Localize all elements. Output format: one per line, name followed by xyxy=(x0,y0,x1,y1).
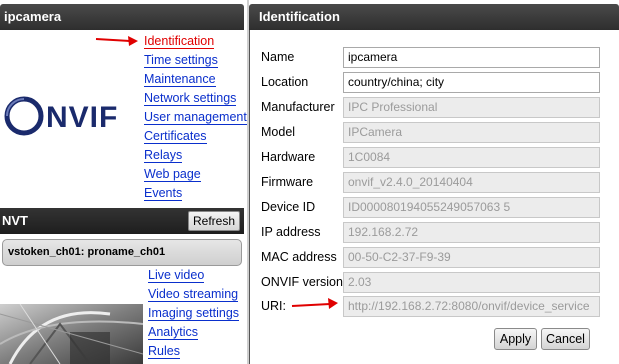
menu-item-rules[interactable]: Rules xyxy=(148,342,239,361)
firmware-row: Firmware onvif_v2.4.0_20140404 xyxy=(261,172,611,194)
section-title: Identification xyxy=(259,9,340,24)
refresh-button[interactable]: Refresh xyxy=(188,211,240,231)
menu-link[interactable]: Identification xyxy=(144,34,215,49)
menu-link[interactable]: Relays xyxy=(144,148,183,163)
left-panel: ipcamera NVIF Identification Time settin… xyxy=(0,0,247,364)
device-title: ipcamera xyxy=(4,9,62,24)
field-label: MAC address xyxy=(261,250,337,264)
firmware-field: onvif_v2.4.0_20140404 xyxy=(343,172,600,193)
uri-field: http://192.168.2.72:8080/onvif/device_se… xyxy=(343,296,600,317)
menu-item-certificates[interactable]: Certificates xyxy=(144,127,247,146)
field-label: ONVIF version xyxy=(261,275,343,289)
menu-item-maintenance[interactable]: Maintenance xyxy=(144,70,247,89)
annotation-arrow-icon xyxy=(95,36,138,46)
ip-address-field: 192.168.2.72 xyxy=(343,222,600,243)
menu-link[interactable]: Network settings xyxy=(144,91,237,106)
field-label: Location xyxy=(261,75,309,89)
model-field: IPCamera xyxy=(343,122,600,143)
field-label: Hardware xyxy=(261,150,316,164)
onvif-logo: NVIF xyxy=(4,96,118,136)
menu-item-web-page[interactable]: Web page xyxy=(144,165,247,184)
onvif-version-field: 2.03 xyxy=(343,272,600,293)
menu-link[interactable]: Rules xyxy=(148,344,180,359)
nvt-header: NVT Refresh xyxy=(0,208,244,234)
svg-text:NVIF: NVIF xyxy=(46,101,118,134)
manufacturer-row: Manufacturer IPC Professional xyxy=(261,97,611,119)
menu-link[interactable]: Time settings xyxy=(144,53,218,68)
hardware-row: Hardware 1C0084 xyxy=(261,147,611,169)
menu-link[interactable]: Maintenance xyxy=(144,72,216,87)
main-menu: Identification Time settings Maintenance… xyxy=(144,32,247,203)
menu-link[interactable]: Imaging settings xyxy=(148,306,240,321)
menu-link[interactable]: User management xyxy=(144,110,247,125)
menu-item-time-settings[interactable]: Time settings xyxy=(144,51,247,70)
apply-button[interactable]: Apply xyxy=(494,328,537,350)
menu-item-identification[interactable]: Identification xyxy=(144,32,247,51)
model-row: Model IPCamera xyxy=(261,122,611,144)
name-input[interactable]: ipcamera xyxy=(343,47,600,68)
menu-item-relays[interactable]: Relays xyxy=(144,146,247,165)
identification-form: Name ipcamera Location country/china; ci… xyxy=(249,30,619,364)
field-label: IP address xyxy=(261,225,321,239)
nvt-menu: Live video Video streaming Imaging setti… xyxy=(148,266,240,361)
mac-address-field: 00-50-C2-37-F9-39 xyxy=(343,247,600,268)
menu-item-events[interactable]: Events xyxy=(144,184,247,203)
annotation-arrow-icon xyxy=(291,298,338,309)
location-input[interactable]: country/china; city xyxy=(343,72,600,93)
menu-link[interactable]: Events xyxy=(144,186,183,201)
menu-item-video-streaming[interactable]: Video streaming xyxy=(148,285,239,304)
device-id-row: Device ID ID000080194055249057063 5 xyxy=(261,197,611,219)
camera-snapshot xyxy=(0,304,143,364)
onvif-version-row: ONVIF version 2.03 xyxy=(261,272,611,294)
field-label: Firmware xyxy=(261,175,314,189)
manufacturer-field: IPC Professional xyxy=(343,97,600,118)
hardware-field: 1C0084 xyxy=(343,147,600,168)
menu-item-user-management[interactable]: User management xyxy=(144,108,247,127)
menu-link[interactable]: Live video xyxy=(148,268,205,283)
nvt-title: NVT xyxy=(2,213,28,228)
device-id-field: ID000080194055249057063 5 xyxy=(343,197,600,218)
field-label: Device ID xyxy=(261,200,316,214)
right-panel: Identification Name ipcamera Location co… xyxy=(249,0,619,364)
cancel-button[interactable]: Cancel xyxy=(541,328,590,350)
menu-item-network-settings[interactable]: Network settings xyxy=(144,89,247,108)
menu-item-analytics[interactable]: Analytics xyxy=(148,323,239,342)
menu-link[interactable]: Certificates xyxy=(144,129,207,144)
field-label: Name xyxy=(261,50,295,64)
ip-address-row: IP address 192.168.2.72 xyxy=(261,222,611,244)
field-label: Manufacturer xyxy=(261,100,335,114)
menu-link[interactable]: Video streaming xyxy=(148,287,239,302)
left-panel-header: ipcamera xyxy=(0,4,244,30)
right-panel-header: Identification xyxy=(249,4,619,30)
mac-address-row: MAC address 00-50-C2-37-F9-39 xyxy=(261,247,611,269)
menu-link[interactable]: Web page xyxy=(144,167,201,182)
video-source-token[interactable]: vstoken_ch01: proname_ch01 xyxy=(2,239,242,266)
menu-item-imaging-settings[interactable]: Imaging settings xyxy=(148,304,240,323)
location-row: Location country/china; city xyxy=(261,72,611,94)
menu-link[interactable]: Analytics xyxy=(148,325,199,340)
name-row: Name ipcamera xyxy=(261,47,611,69)
field-label: Model xyxy=(261,125,296,139)
menu-item-live-video[interactable]: Live video xyxy=(148,266,239,285)
field-label: URI: xyxy=(261,299,286,313)
